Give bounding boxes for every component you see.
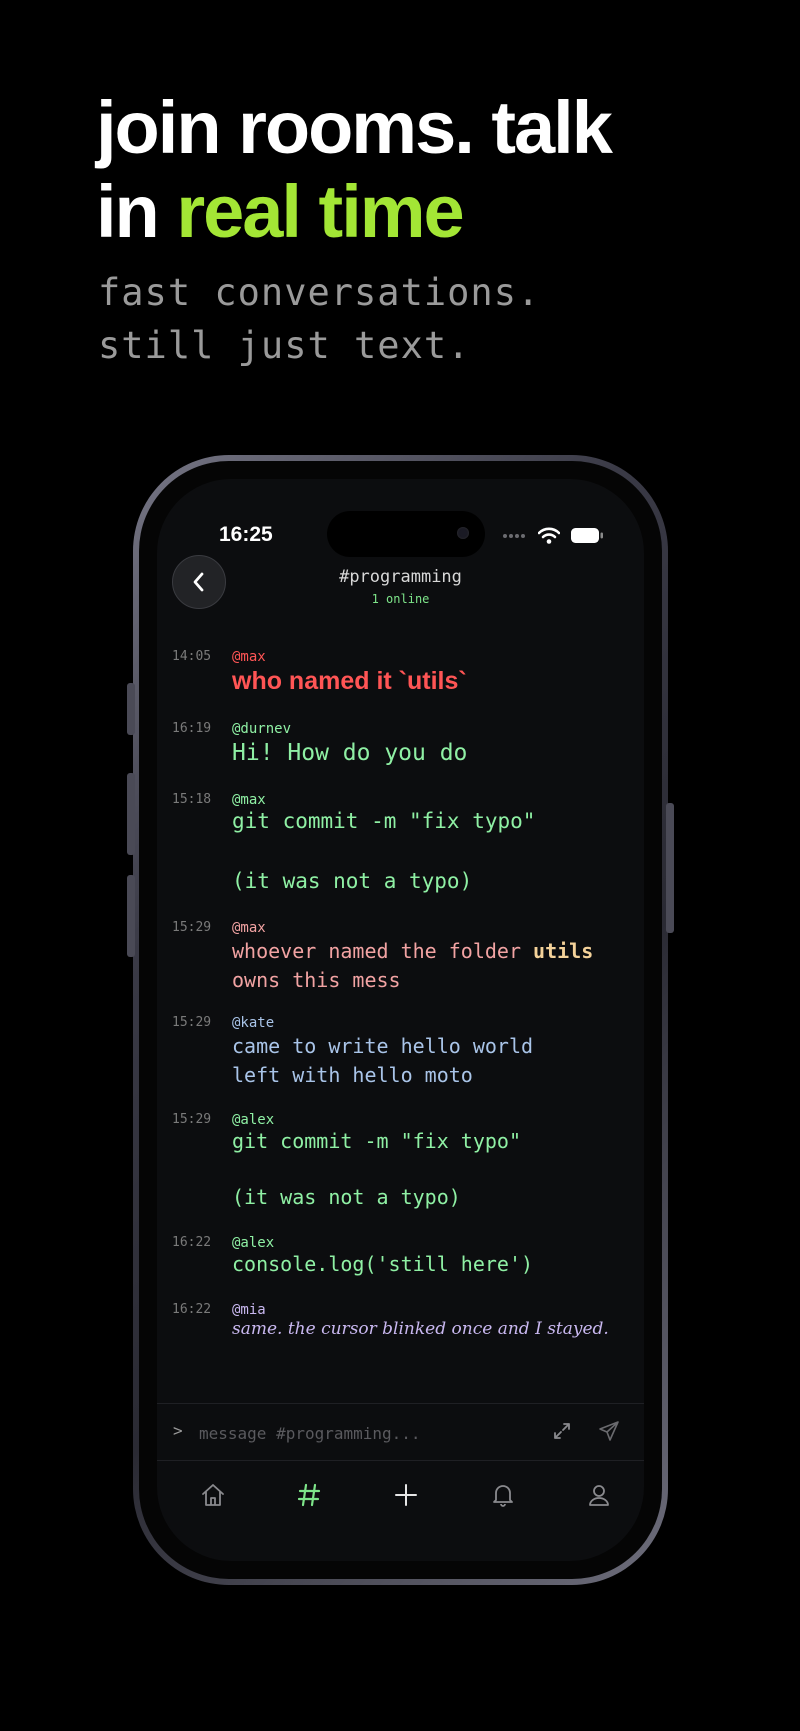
message-text: came to write hello world left with hello… bbox=[232, 1032, 533, 1090]
home-icon bbox=[202, 1484, 224, 1506]
hash-icon bbox=[297, 1483, 321, 1507]
message-time: 16:19 bbox=[172, 721, 212, 736]
message-input[interactable] bbox=[197, 1418, 531, 1448]
message-text-line2: owns this mess bbox=[232, 968, 401, 992]
message-time: 15:29 bbox=[172, 1015, 212, 1030]
message-text: whoever named the folder utils owns this … bbox=[232, 937, 593, 995]
tab-notifications[interactable] bbox=[483, 1475, 523, 1515]
online-count: 1 online bbox=[371, 592, 430, 606]
camera-icon bbox=[457, 527, 469, 539]
phone-bezel: 16:25 #programming 1 online 14:05 @max w… bbox=[139, 461, 662, 1579]
message-user[interactable]: @max bbox=[232, 792, 266, 808]
message-user[interactable]: @alex bbox=[232, 1112, 274, 1128]
message-text-line1: git commit -m "fix typo" bbox=[232, 1129, 521, 1153]
message-user[interactable]: @mia bbox=[232, 1302, 266, 1318]
message-text-line2: (it was not a typo) bbox=[232, 1185, 461, 1209]
headline-accent: real time bbox=[176, 170, 464, 253]
battery-icon bbox=[571, 527, 603, 543]
tab-bar bbox=[157, 1461, 644, 1531]
send-icon bbox=[599, 1421, 619, 1441]
message-text-line1: git commit -m "fix typo" bbox=[232, 809, 536, 833]
phone-mockup: 16:25 #programming 1 online 14:05 @max w… bbox=[127, 455, 674, 1585]
expand-icon bbox=[554, 1423, 570, 1439]
message-time: 15:29 bbox=[172, 920, 212, 935]
prompt-symbol: > bbox=[173, 1421, 183, 1440]
volume-down-button bbox=[127, 875, 135, 957]
profile-icon bbox=[589, 1485, 609, 1506]
composer: > bbox=[157, 1403, 644, 1461]
plus-icon bbox=[395, 1484, 417, 1506]
message-user[interactable]: @max bbox=[232, 920, 266, 936]
message-text-line2: left with hello moto bbox=[232, 1063, 473, 1087]
headline-line1: join rooms. talk bbox=[96, 86, 613, 169]
message-text-part: whoever named the folder bbox=[232, 939, 534, 963]
message-text: same. the cursor blinked once and I stay… bbox=[232, 1319, 609, 1339]
wifi-icon bbox=[538, 527, 560, 544]
message-user[interactable]: @max bbox=[232, 649, 266, 665]
chat-screen: 16:25 #programming 1 online 14:05 @max w… bbox=[157, 479, 644, 1561]
tab-new[interactable] bbox=[386, 1475, 426, 1515]
subline-2: still just text. bbox=[98, 324, 471, 367]
message-text: Hi! How do you do bbox=[232, 740, 468, 766]
message-time: 15:29 bbox=[172, 1112, 212, 1127]
message-time: 14:05 bbox=[172, 649, 212, 664]
signal-icon bbox=[503, 534, 525, 538]
message-time: 16:22 bbox=[172, 1235, 212, 1250]
tab-home[interactable] bbox=[193, 1475, 233, 1515]
room-name: #programming bbox=[339, 567, 462, 587]
mute-switch bbox=[127, 683, 135, 735]
bell-icon bbox=[493, 1485, 513, 1507]
send-button[interactable] bbox=[598, 1420, 620, 1447]
message-user[interactable]: @alex bbox=[232, 1235, 274, 1251]
message-text: console.log('still here') bbox=[232, 1252, 534, 1276]
volume-up-button bbox=[127, 773, 135, 855]
status-time: 16:25 bbox=[219, 523, 273, 546]
headline-in: in bbox=[96, 170, 177, 253]
subline-1: fast conversations. bbox=[98, 271, 541, 314]
expand-button[interactable] bbox=[552, 1421, 572, 1446]
message-time: 16:22 bbox=[172, 1302, 212, 1317]
message-text-highlight: utils bbox=[533, 939, 594, 963]
tab-profile[interactable] bbox=[579, 1475, 619, 1515]
status-icons bbox=[502, 525, 604, 545]
power-button bbox=[666, 803, 674, 933]
message-time: 15:18 bbox=[172, 792, 212, 807]
message-user[interactable]: @kate bbox=[232, 1015, 274, 1031]
dynamic-island bbox=[327, 511, 485, 557]
message-user[interactable]: @durnev bbox=[232, 721, 291, 737]
message-text-line1: came to write hello world bbox=[232, 1034, 534, 1058]
message-text-line2: (it was not a typo) bbox=[232, 869, 473, 893]
tab-rooms[interactable] bbox=[289, 1475, 329, 1515]
message-text: who named it `utils` bbox=[232, 667, 467, 695]
promo-subline: fast conversations. still just text. bbox=[98, 266, 540, 372]
promo-headline: join rooms. talk in real time bbox=[96, 86, 613, 254]
